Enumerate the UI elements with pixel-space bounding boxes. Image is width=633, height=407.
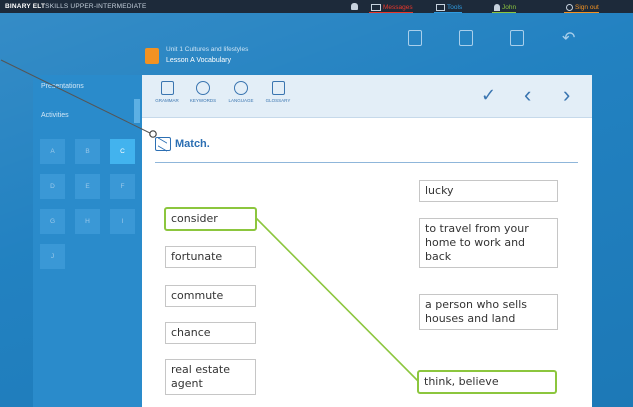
activity-cell-f[interactable]: F (110, 174, 135, 199)
sidebar-item-presentations[interactable]: Presentations (35, 77, 135, 97)
nav-messages[interactable]: Messages (369, 2, 413, 14)
word-fortunate[interactable]: fortunate (165, 246, 256, 268)
activity-cell-e[interactable]: E (75, 174, 100, 199)
activity-header: Match. (155, 137, 210, 151)
brand-title: BINARY ELTSKILLS UPPER-INTERMEDIATE (5, 3, 147, 10)
tool-keywords-label: KEYWORDS (189, 98, 217, 103)
tool-glossary[interactable]: GLOSSARY (258, 81, 298, 103)
tool-keywords[interactable]: KEYWORDS (183, 81, 223, 103)
sidebar-item-activities[interactable]: Activities (35, 106, 135, 126)
envelope-icon (371, 3, 381, 11)
tool-glossary-label: GLOSSARY (265, 98, 291, 103)
activity-cell-a[interactable]: A (40, 139, 65, 164)
book-icon[interactable] (408, 30, 422, 46)
activity-cell-g[interactable]: G (40, 209, 65, 234)
tools-icon (436, 3, 445, 11)
definition-think-believe[interactable]: think, believe (417, 370, 557, 394)
unit-badge (145, 48, 159, 64)
nav-messages-label: Messages (383, 3, 413, 11)
nav-signout[interactable]: Sign out (564, 2, 599, 14)
grammar-icon (160, 81, 174, 95)
sidebar-selector (134, 99, 140, 123)
glossary-icon (271, 81, 285, 95)
nav-user-label: John (502, 3, 517, 11)
language-icon (234, 81, 248, 95)
activity-cell-i[interactable]: I (110, 209, 135, 234)
nav-tools[interactable]: Tools (434, 2, 463, 14)
brand-rest: SKILLS UPPER-INTERMEDIATE (45, 3, 147, 10)
lesson-title: Lesson A Vocabulary (166, 57, 231, 64)
check-answers-button[interactable]: ✓ (481, 86, 496, 104)
screen-icon[interactable] (459, 30, 473, 46)
word-commute[interactable]: commute (165, 285, 256, 307)
notebook-icon[interactable] (510, 30, 524, 46)
activity-title: Match. (175, 138, 210, 150)
previous-button[interactable]: ‹ (524, 84, 531, 106)
user-icon (494, 3, 500, 11)
keywords-icon (196, 81, 210, 95)
word-real-estate-agent[interactable]: real estate agent (165, 359, 256, 395)
header-divider (155, 162, 578, 163)
match-icon (155, 137, 171, 151)
activity-cell-b[interactable]: B (75, 139, 100, 164)
nav-user[interactable]: John (492, 2, 517, 14)
tool-language-label: LANGUAGE (228, 98, 254, 103)
next-button[interactable]: › (563, 84, 570, 106)
tool-language[interactable]: LANGUAGE (221, 81, 261, 103)
tool-grammar-label: GRAMMAR (155, 98, 179, 103)
word-chance[interactable]: chance (165, 322, 256, 344)
activity-cell-h[interactable]: H (75, 209, 100, 234)
back-arrow-icon[interactable]: ↶ (562, 28, 575, 48)
power-icon (566, 3, 573, 11)
word-consider[interactable]: consider (164, 207, 257, 231)
bell-icon[interactable] (351, 3, 358, 10)
activity-cell-j[interactable]: J (40, 244, 65, 269)
brand-bold: BINARY ELT (5, 3, 46, 10)
top-bar: BINARY ELTSKILLS UPPER-INTERMEDIATE Mess… (0, 0, 633, 14)
nav-tools-label: Tools (447, 3, 463, 11)
definition-lucky[interactable]: lucky (419, 180, 558, 202)
definition-travel[interactable]: to travel from your home to work and bac… (419, 218, 558, 268)
activity-cell-d[interactable]: D (40, 174, 65, 199)
unit-title: Unit 1 Cultures and lifestyles (166, 46, 249, 53)
nav-signout-label: Sign out (575, 3, 599, 11)
activity-cell-c[interactable]: C (110, 139, 135, 164)
definition-seller[interactable]: a person who sells houses and land (419, 294, 558, 330)
tool-grammar[interactable]: GRAMMAR (147, 81, 187, 103)
